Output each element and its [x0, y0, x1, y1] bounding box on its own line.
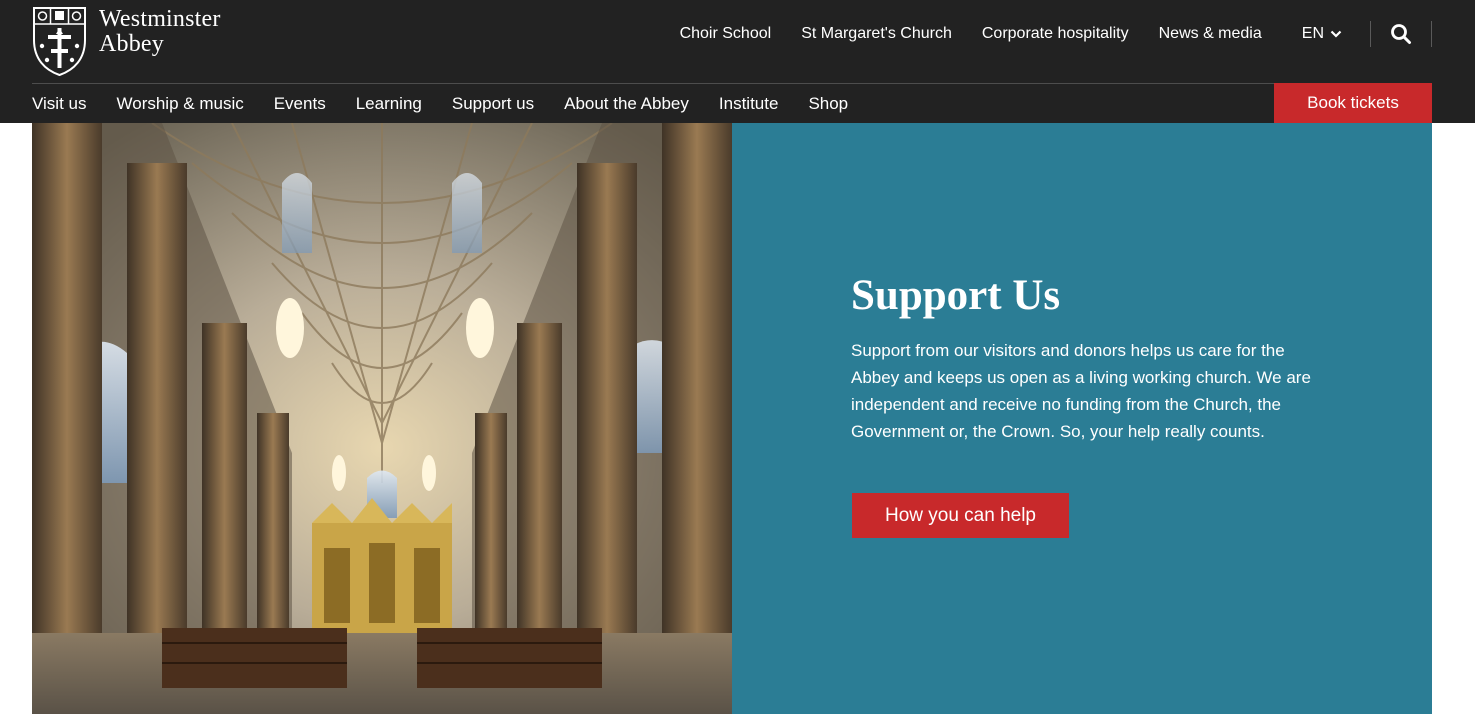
logo-line-2: Abbey — [99, 31, 164, 57]
language-selector[interactable]: EN — [1302, 25, 1342, 43]
nav-item-institute[interactable]: Institute — [719, 94, 779, 114]
how-you-can-help-button[interactable]: How you can help — [852, 493, 1069, 538]
separator — [1431, 21, 1432, 47]
utility-link-st-margarets[interactable]: St Margaret's Church — [801, 25, 952, 43]
chevron-down-icon — [1330, 30, 1342, 38]
nav-item-worship-music[interactable]: Worship & music — [117, 94, 244, 114]
book-tickets-button[interactable]: Book tickets — [1274, 83, 1432, 123]
abbey-crest-icon — [33, 7, 86, 77]
nav-item-learning[interactable]: Learning — [356, 94, 422, 114]
main-nav: Visit us Worship & music Events Learning… — [32, 84, 878, 123]
logo-wordmark: Westminster Abbey — [99, 6, 221, 57]
search-button[interactable] — [1371, 14, 1431, 54]
logo-line-1: Westminster — [99, 6, 221, 32]
nav-item-shop[interactable]: Shop — [808, 94, 848, 114]
abbey-nave-image — [32, 123, 732, 714]
utility-link-corporate-hospitality[interactable]: Corporate hospitality — [982, 25, 1129, 43]
site-header: Westminster Abbey Choir School St Margar… — [0, 0, 1475, 123]
language-label: EN — [1301, 25, 1324, 42]
utility-link-news-media[interactable]: News & media — [1159, 25, 1262, 43]
utility-link-choir-school[interactable]: Choir School — [680, 25, 772, 43]
site-logo[interactable]: Westminster Abbey — [32, 6, 221, 78]
nav-item-visit-us[interactable]: Visit us — [32, 94, 87, 114]
search-icon — [1391, 24, 1411, 44]
support-title: Support Us — [851, 272, 1061, 319]
nav-item-events[interactable]: Events — [274, 94, 326, 114]
nav-item-about-the-abbey[interactable]: About the Abbey — [564, 94, 689, 114]
utility-nav: Choir School St Margaret's Church Corpor… — [680, 0, 1475, 68]
nav-item-support-us[interactable]: Support us — [452, 94, 534, 114]
support-panel: Support Us Support from our visitors and… — [732, 123, 1432, 714]
hero-image — [32, 123, 732, 714]
support-description: Support from our visitors and donors hel… — [851, 341, 1311, 441]
